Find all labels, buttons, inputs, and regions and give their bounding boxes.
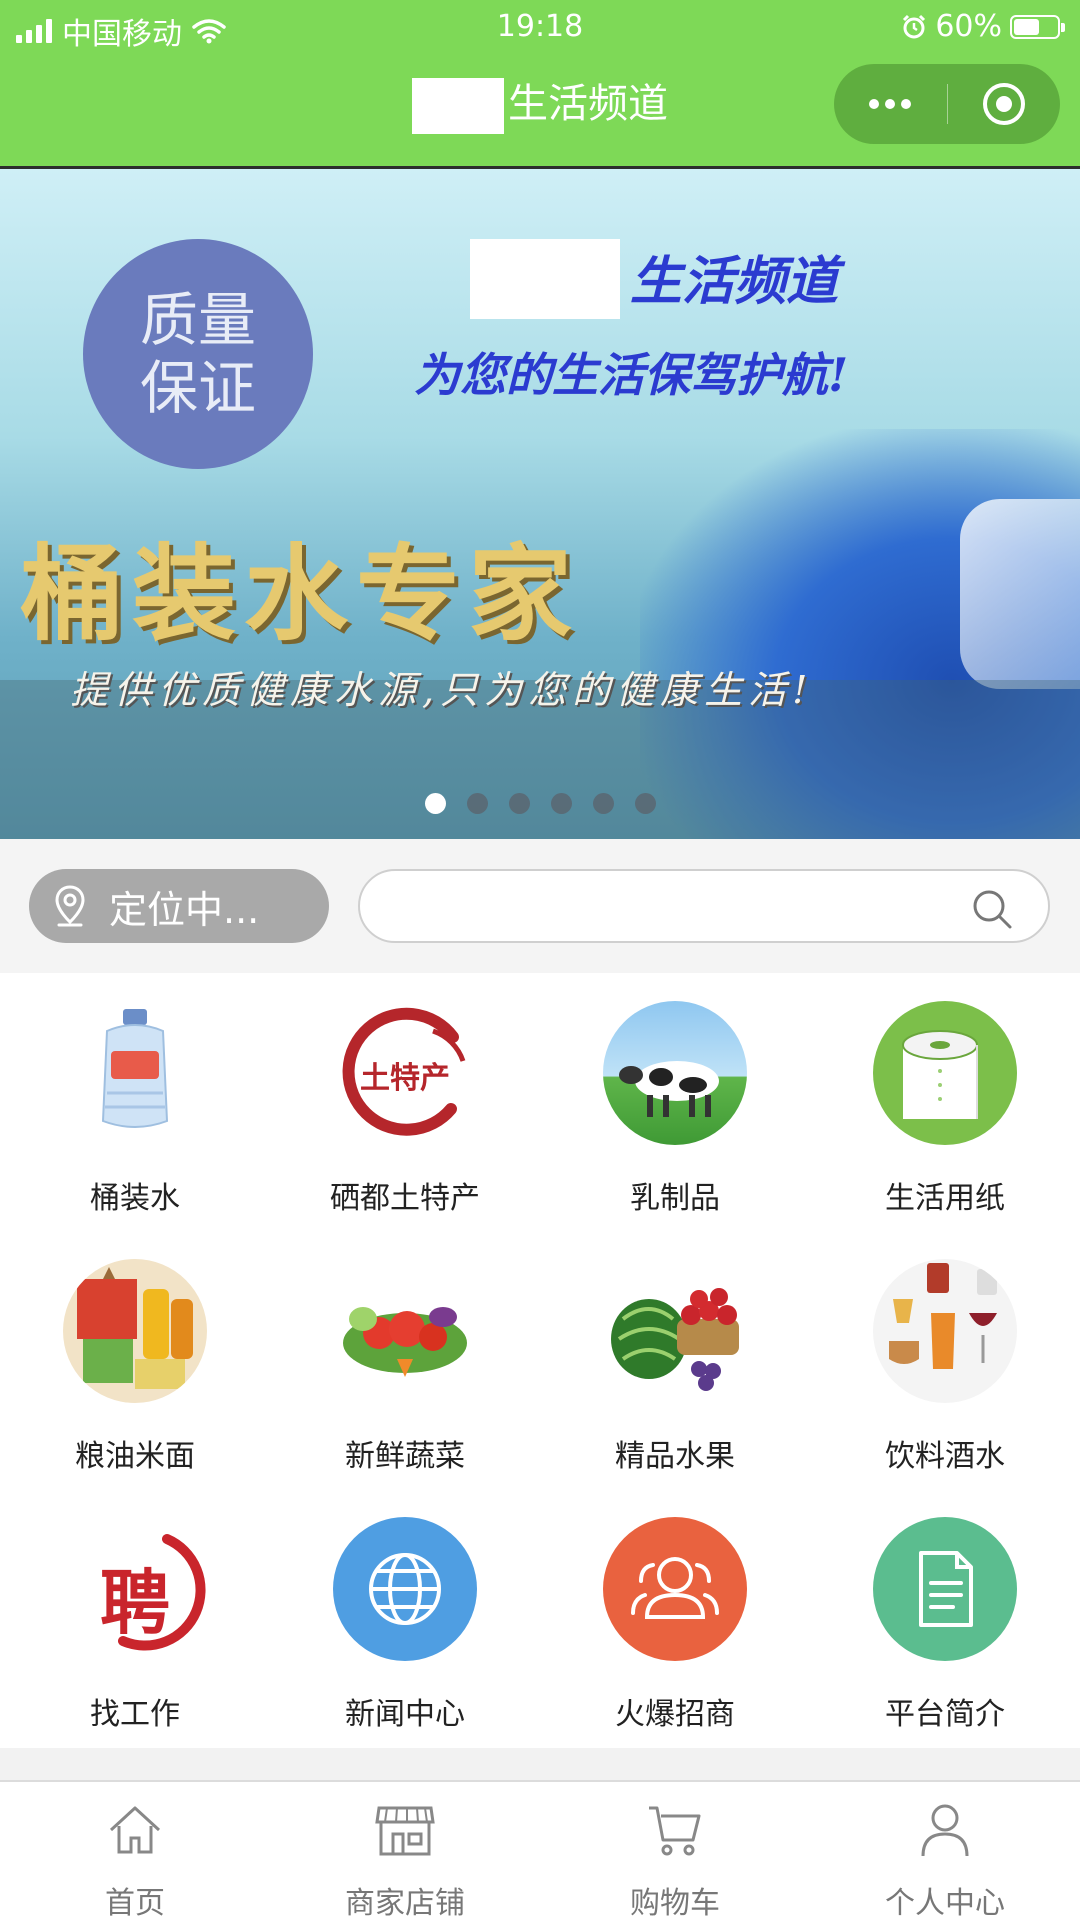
redacted-block	[412, 78, 504, 134]
header: 中国移动 19:18 60% 生活频道	[0, 0, 1080, 169]
redacted-block	[470, 239, 620, 319]
tab-stores[interactable]: 商家店铺	[270, 1782, 540, 1922]
more-button[interactable]	[834, 64, 947, 144]
category-label: 找工作	[90, 1697, 180, 1732]
category-water[interactable]: 桶装水	[0, 973, 270, 1231]
bottom-tab-bar: 首页 商家店铺 购物车 个人中心	[0, 1748, 1080, 1922]
user-icon	[921, 1804, 969, 1857]
search-icon[interactable]	[970, 887, 1014, 931]
location-pin-icon	[55, 885, 85, 927]
local-specialty-icon: 土特产	[333, 1001, 477, 1145]
job-hiring-icon: 聘	[63, 1517, 207, 1661]
category-label: 桶装水	[90, 1181, 180, 1216]
category-label: 平台简介	[885, 1697, 1005, 1732]
battery-icon	[1010, 14, 1065, 39]
category-label: 新闻中心	[345, 1697, 465, 1732]
grain-oil-icon	[63, 1259, 207, 1403]
water-bottle-icon	[63, 1001, 207, 1145]
carousel-dot[interactable]	[550, 793, 572, 814]
document-icon	[873, 1517, 1017, 1661]
mini-program-capsule	[834, 64, 1060, 144]
category-dairy[interactable]: 乳制品	[540, 973, 810, 1231]
carousel-dot[interactable]	[508, 793, 530, 814]
badge-line-2: 保证	[139, 354, 256, 422]
carousel-dot[interactable]	[466, 793, 488, 814]
job-badge-text: 聘	[100, 1561, 170, 1644]
category-platform-intro[interactable]: 平台简介	[810, 1489, 1080, 1747]
category-label: 乳制品	[630, 1181, 720, 1216]
category-label: 精品水果	[615, 1439, 735, 1474]
category-label: 火爆招商	[615, 1697, 735, 1732]
home-icon	[109, 1806, 161, 1854]
tab-label: 首页	[105, 1886, 165, 1921]
status-bar: 中国移动 19:18 60%	[0, 0, 1080, 56]
banner-slogan: 为您的生活保驾护航!	[414, 348, 849, 402]
category-news[interactable]: 新闻中心	[270, 1489, 540, 1747]
more-dots-icon	[869, 99, 912, 109]
banner-headline: 桶装水专家	[20, 532, 581, 655]
carousel-indicator[interactable]	[0, 793, 1080, 814]
search-input[interactable]	[390, 881, 954, 933]
category-label: 粮油米面	[75, 1439, 195, 1474]
category-jobs[interactable]: 聘 找工作	[0, 1489, 270, 1747]
page-title-text: 生活频道	[508, 81, 668, 127]
category-drinks[interactable]: 饮料酒水	[810, 1231, 1080, 1489]
category-merchant-recruit[interactable]: 火爆招商	[540, 1489, 810, 1747]
category-vegetables[interactable]: 新鲜蔬菜	[270, 1231, 540, 1489]
cart-icon	[649, 1806, 701, 1856]
tissue-roll-icon	[873, 1001, 1017, 1145]
tab-label: 商家店铺	[345, 1886, 465, 1921]
category-tissue[interactable]: 生活用纸	[810, 973, 1080, 1231]
fruits-icon	[603, 1259, 747, 1403]
users-icon	[603, 1517, 747, 1661]
category-grain-oil[interactable]: 粮油米面	[0, 1231, 270, 1489]
globe-icon	[333, 1517, 477, 1661]
category-label: 新鲜蔬菜	[345, 1439, 465, 1474]
carousel-dot[interactable]	[424, 793, 446, 814]
target-icon	[982, 83, 1025, 125]
category-label: 生活用纸	[885, 1181, 1005, 1216]
location-label: 定位中...	[109, 887, 260, 932]
banner-subline: 提供优质健康水源,只为您的健康生活!	[70, 668, 814, 712]
category-fruits[interactable]: 精品水果	[540, 1231, 810, 1489]
vegetables-icon	[333, 1259, 477, 1403]
category-local-specialty[interactable]: 土特产 硒都土特产	[270, 973, 540, 1231]
water-bottle-graphic	[960, 499, 1080, 689]
alarm-icon	[903, 14, 926, 38]
category-label: 饮料酒水	[885, 1439, 1005, 1474]
location-button[interactable]: 定位中...	[29, 869, 329, 943]
cow-icon	[603, 1001, 747, 1145]
tab-cart[interactable]: 购物车	[540, 1782, 810, 1922]
store-icon	[375, 1806, 435, 1856]
carousel-dot[interactable]	[592, 793, 614, 814]
tab-home[interactable]: 首页	[0, 1782, 270, 1922]
carousel-dot[interactable]	[634, 793, 656, 814]
promo-banner[interactable]: 质量 保证 生活频道 为您的生活保驾护航! 桶装水专家 提供优质健康水源,只为您…	[0, 169, 1080, 839]
category-label: 硒都土特产	[330, 1181, 480, 1216]
specialty-badge-text: 土特产	[360, 1061, 450, 1096]
drinks-icon	[873, 1259, 1017, 1403]
search-row: 定位中...	[0, 839, 1080, 973]
quality-badge: 质量 保证	[83, 239, 313, 469]
category-grid: 桶装水 土特产 硒都土特产 乳制品 生活用纸 粮油米面 新鲜蔬菜 精品水果 饮料…	[0, 973, 1080, 1747]
close-miniprogram-button[interactable]	[948, 64, 1061, 144]
tab-profile[interactable]: 个人中心	[810, 1782, 1080, 1922]
tab-label: 购物车	[630, 1886, 720, 1921]
battery-percent: 60%	[935, 9, 1002, 44]
badge-line-1: 质量	[139, 286, 256, 354]
search-box[interactable]	[358, 869, 1050, 943]
tab-label: 个人中心	[885, 1886, 1005, 1921]
banner-brand: 生活频道	[630, 251, 839, 312]
